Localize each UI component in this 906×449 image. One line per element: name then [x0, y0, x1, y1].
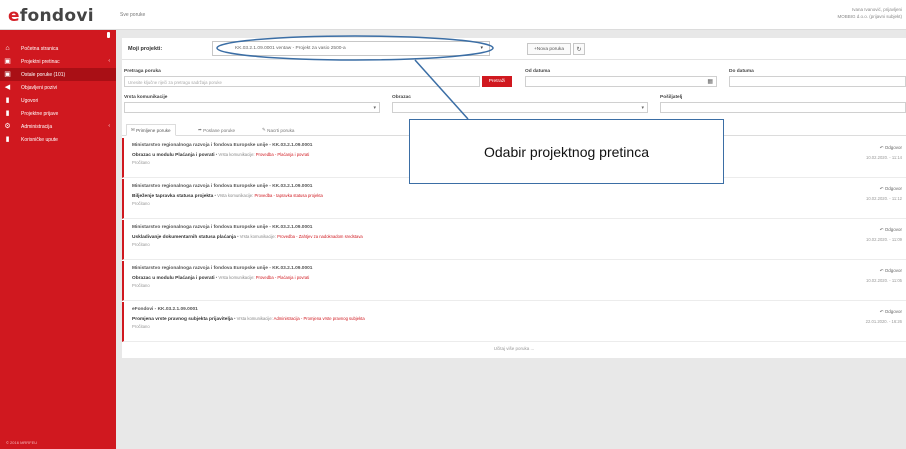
- reply-button[interactable]: ↶ Odgovor: [880, 268, 902, 274]
- inbox-icon: ▣: [4, 71, 11, 78]
- project-select-value: KK.03.2.1.09.0001 ventaw - Projekt za va…: [235, 46, 346, 51]
- message-status: Pročitano: [132, 201, 150, 206]
- top-bar: efondovi Sve poruke Ivana Ivanović, prij…: [0, 0, 906, 30]
- caret-down-icon: ▾: [480, 45, 483, 51]
- chevron-left-icon: ‹: [108, 123, 110, 129]
- reply-button[interactable]: ↶ Odgovor: [880, 145, 902, 151]
- inbox-icon: ▣: [4, 58, 11, 65]
- new-message-button[interactable]: + Nova poruka: [527, 43, 571, 55]
- tab-received[interactable]: ✉ Primljene poruke: [126, 124, 176, 136]
- document-icon: ▮: [5, 136, 10, 143]
- sidebar-item-published-calls[interactable]: ◀ Objavljeni pozivi: [0, 81, 116, 94]
- form-select[interactable]: ▾: [392, 102, 648, 113]
- message-status: Pročitano: [132, 242, 150, 247]
- message-date: 22.01.2020. - 16:26: [865, 319, 902, 324]
- message-subject-line: Bilježenje tapravka statusa projekta • V…: [132, 193, 323, 199]
- calendar-icon: ▦: [707, 79, 713, 85]
- from-date-input[interactable]: ▦: [525, 76, 717, 87]
- sidebar-item-label: Projektne prijave: [21, 110, 59, 117]
- sidebar-footer: © 2016 MRRFEU: [6, 440, 38, 445]
- user-organisation: MOBBIG d.o.o. (prijavni subjekt): [837, 14, 902, 19]
- message-status: Pročitano: [132, 324, 150, 329]
- message-sender: eFondovi - KK.03.2.1.09.0001: [132, 307, 198, 312]
- project-select[interactable]: KK.03.2.1.09.0001 ventaw - Projekt za va…: [212, 41, 490, 56]
- sidebar-item-label: Ostale poruke (101): [21, 71, 66, 78]
- message-sender: Ministarstvo regionalnoga razvoja i fond…: [132, 225, 313, 230]
- message-subject-line: Obrazac u modulu Plaćanja i povrati • Vr…: [132, 275, 310, 281]
- message-sender: Ministarstvo regionalnoga razvoja i fond…: [132, 143, 313, 148]
- callout-text: Odabir projektnog pretinca: [484, 143, 649, 160]
- sidebar-item-label: Projektni pretinac: [21, 58, 60, 65]
- communication-type-label: Vrsta komunikacije: [124, 95, 168, 100]
- sidebar: ⌂ Početna stranica ▣ Projektni pretinac …: [0, 30, 116, 449]
- sender-input[interactable]: [660, 102, 906, 113]
- sidebar-item-label: Administracija: [21, 123, 53, 130]
- message-date: 10.02.2020. - 11:14: [865, 155, 902, 160]
- reply-button[interactable]: ↶ Odgovor: [880, 186, 902, 192]
- sidebar-item-user-guides[interactable]: ▮ Korisničke upute: [0, 133, 116, 146]
- message-sender: Ministarstvo regionalnoga razvoja i fond…: [132, 184, 313, 189]
- list-item[interactable]: Ministarstvo regionalnoga razvoja i fond…: [122, 220, 906, 260]
- breadcrumb[interactable]: Sve poruke: [120, 12, 145, 18]
- refresh-icon: ↻: [576, 46, 582, 53]
- sidebar-item-project-applications[interactable]: ▮ Projektne prijave: [0, 107, 116, 120]
- sidebar-item-home[interactable]: ⌂ Početna stranica: [0, 42, 116, 55]
- sidebar-item-administration[interactable]: ⚙ Administracija ‹: [0, 120, 116, 133]
- chevron-left-icon: ‹: [108, 58, 110, 64]
- load-more-link[interactable]: Učitaj više poruka ...: [122, 346, 906, 351]
- main-panel: Moji projekti: KK.03.2.1.09.0001 ventaw …: [122, 38, 906, 358]
- home-icon: ⌂: [5, 45, 10, 52]
- sidebar-item-label: Korisničke upute: [21, 136, 58, 143]
- caret-down-icon: ▾: [641, 105, 644, 111]
- message-subject-line: Uskladivanje dokumentarnih statusa plaća…: [132, 234, 363, 240]
- project-label: Moji projekti:: [128, 46, 163, 52]
- sidebar-item-label: Objavljeni pozivi: [21, 84, 58, 91]
- search-input[interactable]: Unesite ključne riječi za pretragu sadrž…: [124, 76, 480, 87]
- message-subject-line: Obrazac u modulu Plaćanja i povrati • Vr…: [132, 152, 310, 158]
- reply-button[interactable]: ↶ Odgovor: [880, 227, 902, 233]
- sidebar-item-label: Ugovori: [21, 97, 39, 104]
- caret-down-icon: ▾: [373, 105, 376, 111]
- pin-icon[interactable]: [107, 32, 110, 38]
- sidebar-item-project-inbox[interactable]: ▣ Projektni pretinac ‹: [0, 55, 116, 68]
- project-row: Moji projekti: KK.03.2.1.09.0001 ventaw …: [122, 38, 906, 60]
- search-label: Pretraga poruka: [124, 69, 161, 74]
- document-icon: ▮: [5, 97, 10, 104]
- document-icon: ▮: [5, 110, 10, 117]
- tab-drafts[interactable]: ✎ Nacrti poruka: [258, 124, 298, 136]
- message-date: 10.02.2020. - 11:09: [865, 237, 902, 242]
- callout-box: Odabir projektnog pretinca: [409, 119, 724, 184]
- list-item[interactable]: Ministarstvo regionalnoga razvoja i fond…: [122, 179, 906, 219]
- from-date-label: Od datuma: [525, 69, 551, 74]
- efondovi-logo[interactable]: efondovi: [8, 6, 94, 26]
- reply-button[interactable]: ↶ Odgovor: [880, 309, 902, 315]
- sender-label: Pošiljatelj: [660, 95, 683, 100]
- list-item[interactable]: eFondovi - KK.03.2.1.09.0001 Promjena vr…: [122, 302, 906, 342]
- communication-type-select[interactable]: ▾: [124, 102, 380, 113]
- sidebar-item-other-messages[interactable]: ▣ Ostale poruke (101): [0, 68, 116, 81]
- message-sender: Ministarstvo regionalnoga razvoja i fond…: [132, 266, 313, 271]
- list-item[interactable]: Ministarstvo regionalnoga razvoja i fond…: [122, 261, 906, 301]
- search-placeholder: Unesite ključne riječi za pretragu sadrž…: [128, 80, 222, 85]
- user-name: Ivana Ivanović, prijavljeni: [851, 7, 902, 12]
- to-date-input[interactable]: [729, 76, 906, 87]
- message-date: 10.02.2020. - 11:12: [865, 196, 902, 201]
- message-date: 10.02.2020. - 11:05: [865, 278, 902, 283]
- search-button[interactable]: Pretraži: [482, 76, 512, 87]
- tab-sent[interactable]: ➦ Poslane poruke: [194, 124, 239, 136]
- sidebar-item-contracts[interactable]: ▮ Ugovori: [0, 94, 116, 107]
- gears-icon: ⚙: [4, 123, 11, 130]
- message-status: Pročitano: [132, 160, 150, 165]
- form-label: Obrazac: [392, 95, 411, 100]
- refresh-button[interactable]: ↻: [573, 43, 585, 55]
- user-info[interactable]: Ivana Ivanović, prijavljeni MOBBIG d.o.o…: [837, 6, 902, 20]
- megaphone-icon: ◀: [4, 84, 11, 91]
- message-subject-line: Promjena vrste pravnog subjekta prijavit…: [132, 316, 365, 322]
- sidebar-item-label: Početna stranica: [21, 45, 59, 52]
- message-status: Pročitano: [132, 283, 150, 288]
- to-date-label: Do datuma: [729, 69, 754, 74]
